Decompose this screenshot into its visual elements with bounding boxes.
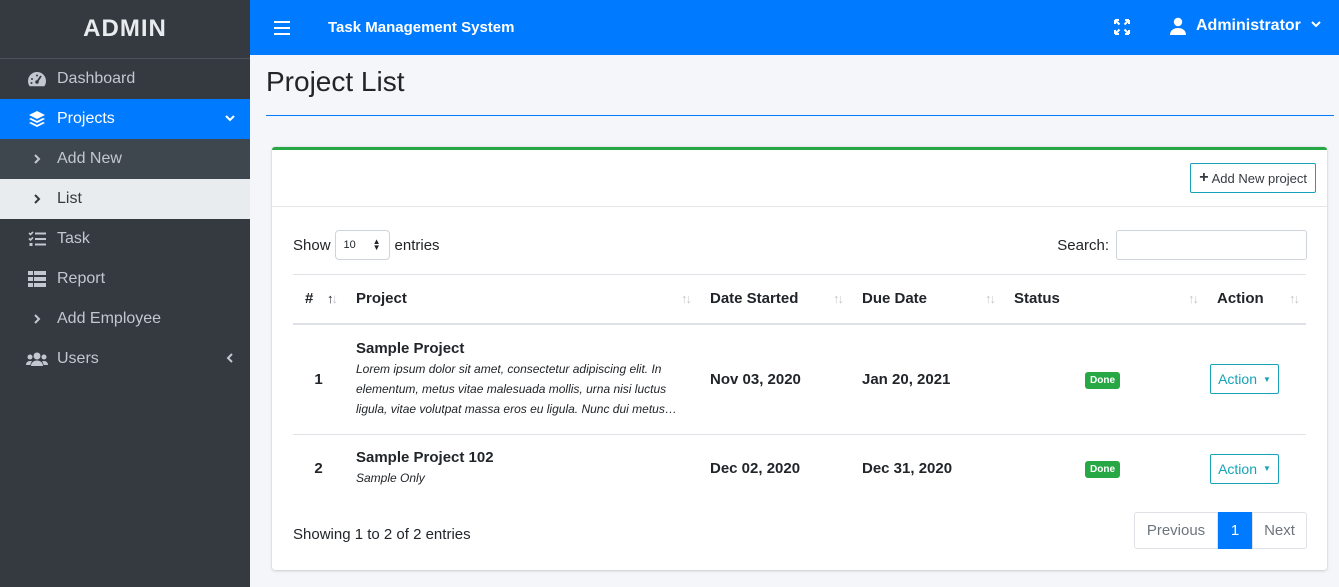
user-menu[interactable]: Administrator	[1170, 17, 1322, 35]
sidebar-item-projects[interactable]: Projects	[0, 99, 250, 139]
sidebar-item-list[interactable]: List	[0, 179, 250, 219]
action-label: Action	[1218, 371, 1257, 388]
table-row: 2 Sample Project 102 Sample Only Dec 02,…	[293, 435, 1306, 503]
action-label: Action	[1218, 460, 1257, 477]
date-started: Dec 02, 2020	[710, 460, 801, 478]
sort-icon: ↑↓	[1188, 291, 1199, 306]
row-number: 1	[293, 323, 344, 435]
search-control: Search:	[1057, 230, 1307, 260]
table-header-row: # ↑↓ Project ↑↓ Date Started ↑↓ Due Date ↑↓ …	[293, 274, 1306, 325]
chevron-right-icon	[26, 188, 48, 210]
project-list-card: + Add New project Show 10 ▲ ▼ entries Sea…	[272, 147, 1327, 570]
top-navbar: Task Management System Administrator	[250, 0, 1339, 55]
chevron-right-icon	[26, 148, 48, 170]
page-length-control: Show 10 ▲ ▼ entries	[293, 230, 440, 260]
table-icon	[26, 268, 48, 290]
user-name: Administrator	[1196, 17, 1301, 34]
project-description: Sample Only	[356, 471, 425, 486]
card-header: + Add New project	[272, 150, 1327, 207]
next-page-button[interactable]: Next	[1252, 512, 1307, 549]
users-icon	[26, 348, 48, 370]
sort-icon: ↑↓	[985, 291, 996, 306]
sidebar-item-task[interactable]: Task	[0, 219, 250, 259]
due-date: Jan 20, 2021	[850, 323, 1002, 435]
status-cell: Done	[1002, 435, 1205, 503]
sidebar-item-label: Report	[57, 270, 106, 287]
fullscreen-icon[interactable]	[1114, 19, 1130, 35]
brand-logo[interactable]: ADMIN	[0, 0, 250, 59]
due-date: Dec 31, 2020	[862, 460, 953, 478]
add-new-project-button[interactable]: + Add New project	[1190, 163, 1316, 193]
column-header-status[interactable]: Status ↑↓	[1002, 274, 1205, 325]
select-arrows-icon: ▲ ▼	[372, 237, 381, 252]
project-cell: Sample Project 102 Sample Only	[344, 435, 698, 503]
chevron-left-icon	[224, 351, 236, 369]
action-cell: Action ▼	[1205, 323, 1306, 435]
sidebar-item-add-employee[interactable]: Add Employee	[0, 299, 250, 339]
column-header-number[interactable]: # ↑↓	[293, 274, 344, 325]
sidebar-item-label: Dashboard	[57, 70, 136, 87]
action-dropdown-button[interactable]: Action ▼	[1210, 364, 1279, 395]
column-header-action[interactable]: Action ↑↓	[1205, 274, 1306, 325]
chevron-right-icon	[26, 308, 48, 330]
sort-icon: ↑↓	[1289, 291, 1300, 306]
chevron-down-icon	[1310, 17, 1322, 35]
page-length-value: 10	[343, 239, 356, 251]
sort-icon: ↑↓	[681, 291, 692, 306]
previous-page-button[interactable]: Previous	[1134, 512, 1218, 549]
user-icon	[1170, 17, 1186, 35]
sidebar-item-label: Projects	[57, 110, 115, 127]
project-table: # ↑↓ Project ↑↓ Date Started ↑↓ Due Date ↑↓ …	[293, 274, 1306, 503]
action-dropdown-button[interactable]: Action ▼	[1210, 453, 1279, 484]
sidebar-item-add-new[interactable]: Add New	[0, 139, 250, 179]
sidebar-item-label: Users	[57, 350, 99, 367]
caret-down-icon: ▼	[1263, 464, 1271, 474]
column-header-project[interactable]: Project ↑↓	[344, 274, 698, 325]
tasks-icon	[26, 228, 48, 250]
show-label: Show	[293, 236, 331, 254]
page-length-select[interactable]: 10 ▲ ▼	[334, 230, 390, 260]
menu-toggle-icon[interactable]	[274, 20, 290, 35]
sidebar-item-report[interactable]: Report	[0, 259, 250, 299]
sidebar-item-label: List	[57, 190, 82, 207]
date-started: Nov 03, 2020	[698, 323, 850, 435]
tachometer-icon	[26, 68, 48, 90]
sort-icon: ↑↓	[833, 291, 844, 306]
sidebar: ADMIN Dashboard Projects Add New List Ta…	[0, 0, 250, 587]
page-1-button[interactable]: 1	[1218, 512, 1252, 549]
project-name: Sample Project 102	[356, 449, 494, 467]
table-row: 1 Sample Project Lorem ipsum dolor sit a…	[293, 323, 1306, 435]
action-cell: Action ▼	[1205, 435, 1306, 503]
project-description: Lorem ipsum dolor sit amet, consectetur …	[356, 361, 677, 416]
search-input[interactable]	[1116, 230, 1307, 260]
caret-down-icon: ▼	[1263, 374, 1271, 384]
sidebar-item-dashboard[interactable]: Dashboard	[0, 59, 250, 99]
entries-label: entries	[394, 236, 440, 254]
page-title: Project List	[266, 66, 405, 97]
plus-icon: +	[1199, 169, 1209, 186]
column-header-due-date[interactable]: Due Date ↑↓	[850, 274, 1002, 325]
sidebar-item-label: Add Employee	[57, 310, 162, 327]
sort-icon: ↑↓	[327, 291, 338, 306]
project-cell: Sample Project Lorem ipsum dolor sit ame…	[344, 323, 698, 435]
table-info: Showing 1 to 2 of 2 entries	[293, 526, 471, 543]
title-divider	[266, 115, 1334, 116]
row-number: 2	[314, 460, 323, 478]
sidebar-item-label: Add New	[57, 150, 122, 167]
search-label: Search:	[1057, 236, 1109, 254]
sidebar-item-label: Task	[57, 230, 90, 247]
status-badge: Done	[1085, 461, 1120, 479]
chevron-down-icon	[224, 111, 236, 129]
column-header-date-started[interactable]: Date Started ↑↓	[698, 274, 850, 325]
sidebar-item-users[interactable]: Users	[0, 339, 250, 379]
status-cell: Done	[1002, 323, 1205, 435]
project-name: Sample Project	[356, 339, 465, 357]
app-title: Task Management System	[328, 19, 515, 36]
status-badge: Done	[1085, 371, 1120, 389]
add-new-project-label: Add New project	[1211, 170, 1307, 186]
layers-icon	[26, 108, 48, 130]
pagination: Previous 1 Next	[1134, 512, 1307, 549]
